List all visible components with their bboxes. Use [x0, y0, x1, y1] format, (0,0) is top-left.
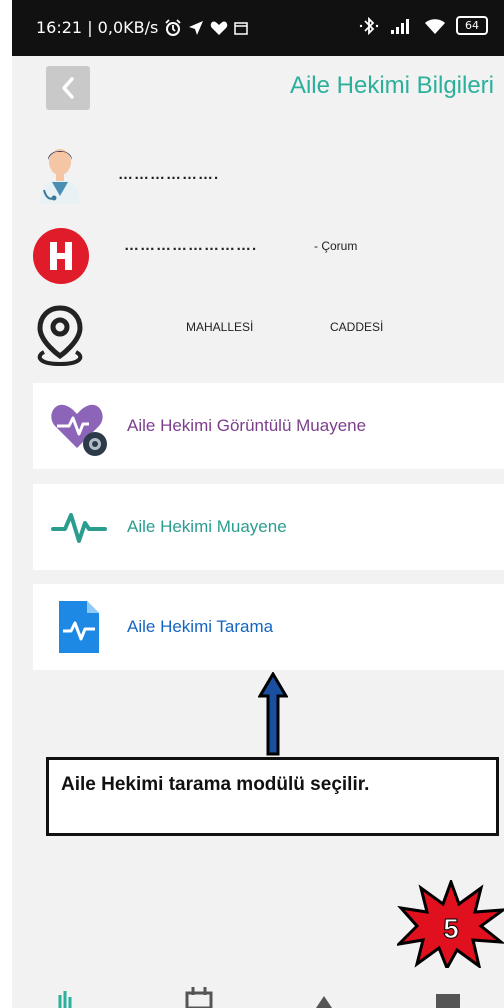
navigation-icon	[189, 20, 204, 35]
nav-menu-icon[interactable]	[434, 992, 462, 1008]
heart-icon	[211, 21, 228, 35]
address-neighborhood: MAHALLESİ	[186, 320, 254, 334]
nav-up-icon[interactable]	[314, 993, 334, 1008]
status-bar: 16:21 | 0,0KB/s 64	[12, 0, 504, 56]
doctor-name: ……………….	[118, 166, 220, 183]
hospital-row: ……………………. - Çorum	[12, 224, 504, 288]
step-number: 5	[443, 913, 459, 944]
wifi-icon	[425, 18, 445, 34]
video-heart-icon	[47, 394, 111, 458]
page-title: Aile Hekimi Bilgileri	[289, 72, 494, 99]
menu-label-video-exam: Aile Hekimi Görüntülü Muayene	[127, 416, 367, 435]
address-row: MAHALLESİ CADDESİ	[12, 304, 504, 368]
heartbeat-icon	[47, 495, 111, 559]
status-time-speed: 16:21 | 0,0KB/s	[36, 18, 159, 37]
hospital-name: …………………….	[124, 237, 258, 254]
nav-home-icon[interactable]	[56, 989, 82, 1008]
doctor-avatar-icon	[40, 149, 80, 204]
chevron-left-icon	[62, 77, 74, 99]
bottom-navigation	[12, 983, 504, 1008]
address-street: CADDESİ	[330, 320, 384, 334]
starburst-icon: 5	[394, 877, 504, 972]
step-badge: 5	[394, 877, 504, 973]
hospital-icon	[33, 228, 89, 284]
calendar-icon	[234, 21, 249, 35]
menu-card-exam[interactable]: Aile Hekimi Muayene	[33, 484, 504, 570]
hospital-city: - Çorum	[314, 239, 358, 253]
nav-calendar-icon[interactable]	[184, 987, 214, 1008]
annotation-callout-text: Aile Hekimi tarama modülü seçilir.	[61, 774, 370, 795]
back-button[interactable]	[46, 66, 90, 110]
annotation-arrow-up-icon	[258, 672, 288, 756]
medical-document-icon	[47, 595, 111, 659]
menu-card-screening[interactable]: Aile Hekimi Tarama	[33, 584, 504, 670]
bluetooth-icon	[359, 16, 379, 35]
location-pin-icon	[37, 305, 83, 367]
status-right: 64	[358, 16, 488, 35]
doctor-row: ……………….	[12, 140, 504, 204]
phone-screen: 16:21 | 0,0KB/s 64 Aile Hekimi Bilgileri…	[12, 0, 504, 1008]
annotation-callout: Aile Hekimi tarama modülü seçilir.	[46, 757, 499, 836]
status-left: 16:21 | 0,0KB/s	[36, 18, 249, 37]
menu-card-video-exam[interactable]: Aile Hekimi Görüntülü Muayene	[33, 383, 504, 469]
signal-icon	[391, 18, 409, 34]
menu-label-screening: Aile Hekimi Tarama	[127, 617, 274, 636]
menu-label-exam: Aile Hekimi Muayene	[127, 517, 287, 536]
battery-icon: 64	[456, 16, 488, 35]
alarm-icon	[165, 18, 181, 36]
